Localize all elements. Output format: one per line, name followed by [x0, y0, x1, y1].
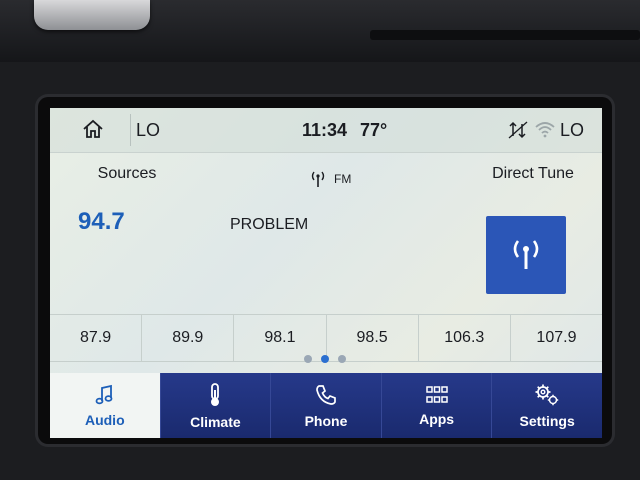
- nav-audio-label: Audio: [84, 411, 125, 428]
- clock-time: 11:34: [302, 120, 348, 140]
- direct-tune-button[interactable]: Direct Tune: [464, 154, 602, 194]
- status-divider: [130, 114, 131, 146]
- music-note-icon: [95, 384, 113, 404]
- band-indicator: FM: [308, 170, 351, 188]
- nav-phone-label: Phone: [304, 412, 348, 429]
- preset-button[interactable]: 87.9: [50, 315, 143, 361]
- wifi-icon: [535, 122, 555, 138]
- sources-button[interactable]: Sources: [50, 154, 204, 194]
- nav-climate-label: Climate: [190, 413, 241, 430]
- signal-icon: [508, 121, 528, 139]
- band-label: FM: [334, 172, 352, 186]
- infotainment-screen: LO 11:34 77° LO Sources FM Direct Tune 9…: [50, 108, 602, 438]
- antenna-icon: [513, 240, 539, 269]
- page-dot[interactable]: [304, 355, 312, 363]
- tune-antenna-button[interactable]: [486, 216, 566, 294]
- antenna-icon: [311, 171, 325, 187]
- preset-button[interactable]: 89.9: [142, 315, 235, 361]
- vent-knob: [34, 0, 150, 30]
- page-indicator: [304, 355, 346, 363]
- home-icon: [83, 119, 103, 138]
- preset-button[interactable]: 106.3: [419, 315, 511, 361]
- preset-button[interactable]: 107.9: [511, 315, 602, 361]
- apps-grid-icon: [425, 385, 448, 403]
- air-vent: [370, 30, 640, 40]
- nav-apps-label: Apps: [419, 410, 455, 427]
- now-playing-text: PROBLEM: [230, 216, 309, 233]
- nav-settings[interactable]: Settings: [492, 373, 602, 438]
- right-status-label: LO: [560, 120, 585, 140]
- current-frequency: 94.7: [78, 208, 125, 235]
- outside-temperature: 77°: [360, 120, 388, 140]
- home-button[interactable]: [80, 116, 106, 142]
- direct-tune-label: Direct Tune: [492, 165, 574, 182]
- page-dot-active[interactable]: [321, 355, 329, 363]
- bottom-nav: Audio Climate Phone Apps Settings: [50, 373, 602, 438]
- page-dot[interactable]: [338, 355, 346, 363]
- thermometer-icon: [211, 382, 220, 406]
- nav-apps[interactable]: Apps: [381, 373, 493, 438]
- sources-label: Sources: [97, 165, 157, 182]
- nav-climate[interactable]: Climate: [160, 373, 272, 438]
- nav-audio[interactable]: Audio: [50, 373, 161, 438]
- nav-phone[interactable]: Phone: [271, 373, 382, 438]
- gear-icon: [535, 384, 559, 405]
- phone-icon: [316, 384, 336, 405]
- nav-settings-label: Settings: [519, 412, 575, 429]
- dashboard-top: [0, 0, 640, 62]
- left-status-label: LO: [136, 120, 161, 140]
- status-bar: LO 11:34 77° LO: [50, 108, 602, 153]
